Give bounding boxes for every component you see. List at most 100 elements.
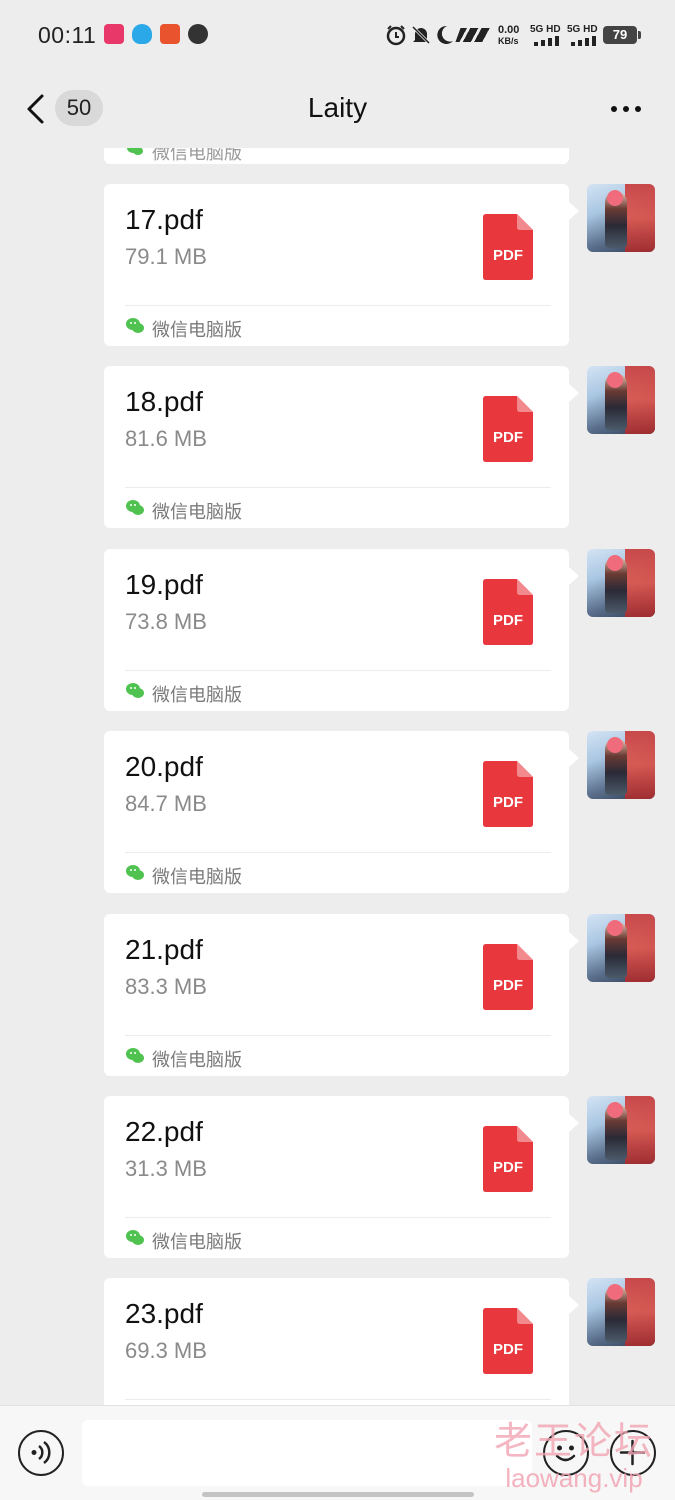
- emoji-button[interactable]: [543, 1430, 589, 1476]
- bubble-divider: [125, 305, 551, 306]
- file-size: 83.3 MB: [125, 973, 207, 999]
- signal-1-label: 5G HD: [530, 24, 561, 35]
- file-name: 19.pdf: [125, 568, 203, 600]
- network-speed-unit: KB/s: [498, 36, 519, 46]
- source-label: 微信电脑版: [152, 320, 242, 340]
- file-message-bubble[interactable]: 22.pdf 31.3 MB PDF 微信电脑版: [104, 1096, 579, 1258]
- avatar[interactable]: [587, 184, 655, 252]
- wechat-pc-icon: [126, 318, 144, 333]
- file-name: 20.pdf: [125, 751, 203, 783]
- avatar-flag-shape: [625, 366, 655, 435]
- pdf-file-icon: PDF: [483, 1308, 533, 1375]
- chat-title: Laity: [307, 92, 368, 123]
- pdf-file-icon: PDF: [483, 761, 533, 828]
- more-functions-button[interactable]: [610, 1430, 656, 1476]
- file-name: 22.pdf: [125, 1116, 203, 1147]
- source-label: 微信电脑版: [152, 148, 242, 163]
- message-icon: [188, 24, 208, 44]
- source-label: 微信电脑版: [152, 684, 242, 705]
- bubble-divider: [125, 852, 551, 854]
- file-type-label: PDF: [493, 1159, 523, 1176]
- status-time: 00:11: [38, 22, 97, 48]
- alarm-icon: [386, 25, 406, 46]
- bubble-divider: [125, 1034, 551, 1036]
- wechat-pc-icon: [126, 1230, 144, 1245]
- avatar[interactable]: [587, 548, 655, 617]
- file-message-bubble[interactable]: 19.pdf 73.8 MB PDF 微信电脑版: [104, 548, 579, 711]
- source-label: 微信电脑版: [152, 1232, 242, 1252]
- avatar-head-shape: [607, 919, 623, 936]
- moon-icon: [437, 25, 453, 44]
- file-size: 79.1 MB: [125, 244, 207, 269]
- file-message-bubble[interactable]: 20.pdf 84.7 MB PDF 微信电脑版: [104, 731, 579, 894]
- message-row: 18.pdf 81.6 MB PDF 微信电脑版: [0, 366, 675, 530]
- signal-1-bars: [534, 36, 559, 46]
- more-options-icon[interactable]: [606, 94, 646, 124]
- file-size: 69.3 MB: [125, 1338, 207, 1364]
- wechat-pc-icon: [126, 682, 144, 698]
- pdf-file-icon: PDF: [483, 578, 533, 645]
- partial-message-bubble[interactable]: 微信电脑版: [104, 148, 569, 164]
- status-bar: 00:11 0.00 KB/s 5G HD 5G HD 79: [0, 0, 675, 70]
- file-size: 31.3 MB: [125, 1156, 207, 1181]
- message-row: 17.pdf 79.1 MB PDF 微信电脑版: [0, 184, 675, 348]
- file-type-label: PDF: [493, 611, 523, 629]
- avatar[interactable]: [587, 913, 655, 982]
- file-message-bubble[interactable]: 17.pdf 79.1 MB PDF 微信电脑版: [104, 184, 579, 346]
- avatar-flag-shape: [625, 548, 655, 617]
- battery-indicator: 79: [603, 26, 641, 44]
- source-label: 微信电脑版: [152, 1049, 242, 1070]
- message-row: 19.pdf 73.8 MB PDF 微信电脑版: [0, 548, 675, 713]
- file-message-bubble[interactable]: 18.pdf 81.6 MB PDF 微信电脑版: [104, 366, 579, 529]
- message-row: 20.pdf 84.7 MB PDF 微信电脑版: [0, 731, 675, 895]
- file-name: 18.pdf: [125, 386, 203, 418]
- pdf-file-icon: PDF: [483, 396, 533, 463]
- file-type-label: PDF: [493, 794, 523, 812]
- avatar[interactable]: [587, 1096, 655, 1164]
- avatar-flag-shape: [625, 1096, 655, 1164]
- avatar[interactable]: [587, 731, 655, 800]
- pdf-file-icon: PDF: [483, 1126, 533, 1192]
- chat-message-list[interactable]: 微信电脑版 17.pdf 79.1 MB PDF 微信电脑版 18.pdf 81.6 MB…: [0, 148, 675, 1405]
- message-input[interactable]: [82, 1420, 532, 1486]
- mute-icon: [411, 25, 431, 45]
- file-message-bubble[interactable]: 23.pdf69.3 MBPDF微信电脑版: [104, 1278, 579, 1405]
- file-size: 73.8 MB: [125, 608, 207, 634]
- input-bar: [0, 1405, 675, 1500]
- file-type-label: PDF: [493, 1341, 523, 1359]
- file-name: 21.pdf: [125, 933, 203, 965]
- avatar[interactable]: [587, 366, 655, 435]
- qq-icon: [132, 24, 152, 44]
- avatar-flag-shape: [625, 913, 655, 982]
- bubble-divider: [125, 669, 551, 671]
- message-row: 22.pdf 31.3 MB PDF 微信电脑版: [0, 1096, 675, 1260]
- wechat-pc-icon: [126, 865, 144, 881]
- store-app-icon: [160, 24, 180, 44]
- file-size: 84.7 MB: [125, 791, 207, 817]
- avatar-flag-shape: [625, 184, 655, 252]
- emoji-icon: [555, 1445, 576, 1462]
- wechat-pc-icon: [127, 148, 143, 155]
- message-row: 21.pdf 83.3 MB PDF 微信电脑版: [0, 913, 675, 1078]
- file-name: 23.pdf: [125, 1298, 203, 1330]
- pdf-file-icon: PDF: [483, 943, 533, 1010]
- wechat-pc-icon: [126, 500, 144, 516]
- avatar-head-shape: [607, 190, 623, 206]
- bubble-divider: [125, 1217, 551, 1218]
- avatar-head-shape: [607, 554, 623, 571]
- voice-icon: [31, 1440, 51, 1465]
- voice-input-button[interactable]: [18, 1430, 64, 1476]
- bubble-divider: [125, 1399, 551, 1401]
- file-type-label: PDF: [493, 247, 523, 264]
- file-name: 17.pdf: [125, 204, 203, 235]
- file-type-label: PDF: [493, 429, 523, 447]
- file-message-bubble[interactable]: 21.pdf 83.3 MB PDF 微信电脑版: [104, 913, 579, 1076]
- home-indicator[interactable]: [202, 1492, 474, 1497]
- hd-icon: [455, 28, 491, 42]
- avatar-head-shape: [607, 1102, 623, 1118]
- source-label: 微信电脑版: [152, 502, 242, 523]
- avatar-flag-shape: [625, 731, 655, 800]
- file-type-label: PDF: [493, 976, 523, 994]
- avatar-flag-shape: [625, 1278, 655, 1347]
- avatar[interactable]: [587, 1278, 655, 1347]
